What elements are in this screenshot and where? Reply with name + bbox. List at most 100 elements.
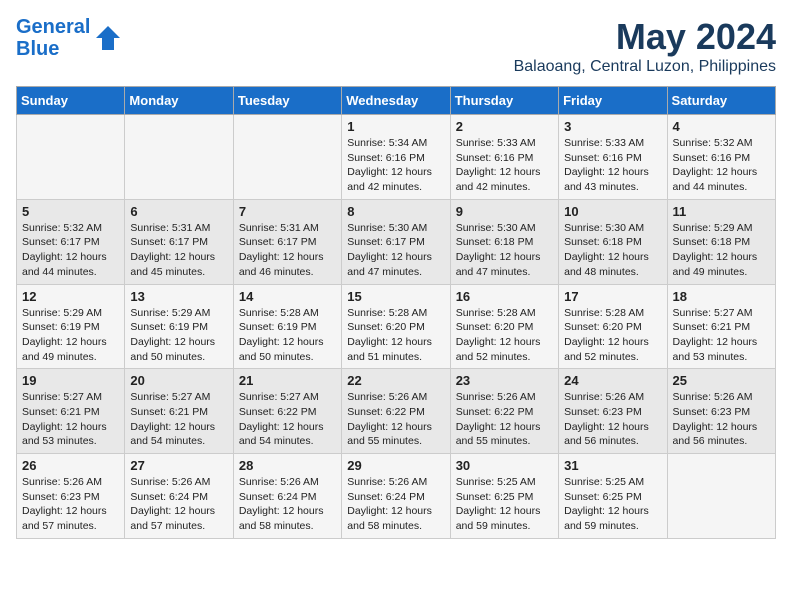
day-info: Sunrise: 5:32 AMSunset: 6:17 PMDaylight:… (22, 221, 119, 280)
calendar-cell (233, 115, 341, 200)
calendar-cell (667, 454, 775, 539)
calendar-cell: 10Sunrise: 5:30 AMSunset: 6:18 PMDayligh… (559, 199, 667, 284)
day-number: 30 (456, 458, 553, 473)
day-number: 22 (347, 373, 444, 388)
day-info: Sunrise: 5:26 AMSunset: 6:22 PMDaylight:… (456, 390, 553, 449)
day-number: 6 (130, 204, 227, 219)
day-info: Sunrise: 5:26 AMSunset: 6:24 PMDaylight:… (239, 475, 336, 534)
day-number: 27 (130, 458, 227, 473)
day-info: Sunrise: 5:33 AMSunset: 6:16 PMDaylight:… (564, 136, 661, 195)
calendar-cell: 26 Sunrise: 5:26 AMSunset: 6:23 PMDayligh… (17, 454, 125, 539)
day-info: Sunrise: 5:32 AMSunset: 6:16 PMDaylight:… (673, 136, 770, 195)
week-row-1: 1 Sunrise: 5:34 AMSunset: 6:16 PMDaylight… (17, 115, 776, 200)
day-header-thursday: Thursday (450, 87, 558, 115)
day-info: Sunrise: 5:25 AMSunset: 6:25 PMDaylight:… (456, 475, 553, 534)
day-number: 17 (564, 289, 661, 304)
day-info: Sunrise: 5:26 AMSunset: 6:22 PMDaylight:… (347, 390, 444, 449)
day-info: Sunrise: 5:27 AMSunset: 6:21 PMDaylight:… (673, 306, 770, 365)
calendar-cell: 14 Sunrise: 5:28 AMSunset: 6:19 PMDayligh… (233, 284, 341, 369)
calendar-cell: 9 Sunrise: 5:30 AMSunset: 6:18 PMDaylight… (450, 199, 558, 284)
day-info: Sunrise: 5:26 AMSunset: 6:23 PMDaylight:… (673, 390, 770, 449)
calendar-cell: 20 Sunrise: 5:27 AMSunset: 6:21 PMDayligh… (125, 369, 233, 454)
day-number: 5 (22, 204, 119, 219)
calendar-cell: 30 Sunrise: 5:25 AMSunset: 6:25 PMDayligh… (450, 454, 558, 539)
calendar-cell (125, 115, 233, 200)
day-number: 25 (673, 373, 770, 388)
day-info: Sunrise: 5:30 AMSunset: 6:17 PMDaylight:… (347, 221, 444, 280)
calendar-cell: 11Sunrise: 5:29 AMSunset: 6:18 PMDayligh… (667, 199, 775, 284)
calendar-table: SundayMondayTuesdayWednesdayThursdayFrid… (16, 86, 776, 539)
calendar-cell: 1 Sunrise: 5:34 AMSunset: 6:16 PMDaylight… (342, 115, 450, 200)
day-info: Sunrise: 5:28 AMSunset: 6:19 PMDaylight:… (239, 306, 336, 365)
week-row-3: 12Sunrise: 5:29 AMSunset: 6:19 PMDayligh… (17, 284, 776, 369)
week-row-4: 19 Sunrise: 5:27 AMSunset: 6:21 PMDayligh… (17, 369, 776, 454)
day-number: 19 (22, 373, 119, 388)
calendar-cell: 2Sunrise: 5:33 AMSunset: 6:16 PMDaylight… (450, 115, 558, 200)
day-info: Sunrise: 5:29 AMSunset: 6:19 PMDaylight:… (130, 306, 227, 365)
calendar-cell: 15 Sunrise: 5:28 AMSunset: 6:20 PMDayligh… (342, 284, 450, 369)
day-info: Sunrise: 5:27 AMSunset: 6:21 PMDaylight:… (130, 390, 227, 449)
calendar-cell: 8 Sunrise: 5:30 AMSunset: 6:17 PMDaylight… (342, 199, 450, 284)
day-info: Sunrise: 5:26 AMSunset: 6:23 PMDaylight:… (22, 475, 119, 534)
day-info: Sunrise: 5:26 AMSunset: 6:24 PMDaylight:… (130, 475, 227, 534)
day-info: Sunrise: 5:31 AMSunset: 6:17 PMDaylight:… (239, 221, 336, 280)
day-number: 23 (456, 373, 553, 388)
day-header-wednesday: Wednesday (342, 87, 450, 115)
calendar-cell: 13Sunrise: 5:29 AMSunset: 6:19 PMDayligh… (125, 284, 233, 369)
logo-text: GeneralBlue (16, 16, 90, 60)
calendar-cell: 31 Sunrise: 5:25 AMSunset: 6:25 PMDayligh… (559, 454, 667, 539)
day-info: Sunrise: 5:30 AMSunset: 6:18 PMDaylight:… (456, 221, 553, 280)
day-info: Sunrise: 5:33 AMSunset: 6:16 PMDaylight:… (456, 136, 553, 195)
calendar-header-row: SundayMondayTuesdayWednesdayThursdayFrid… (17, 87, 776, 115)
day-info: Sunrise: 5:28 AMSunset: 6:20 PMDaylight:… (347, 306, 444, 365)
day-number: 29 (347, 458, 444, 473)
day-number: 8 (347, 204, 444, 219)
day-number: 9 (456, 204, 553, 219)
logo: GeneralBlue (16, 16, 122, 60)
calendar-cell: 16 Sunrise: 5:28 AMSunset: 6:20 PMDayligh… (450, 284, 558, 369)
calendar-cell: 5 Sunrise: 5:32 AMSunset: 6:17 PMDaylight… (17, 199, 125, 284)
day-number: 15 (347, 289, 444, 304)
day-info: Sunrise: 5:27 AMSunset: 6:21 PMDaylight:… (22, 390, 119, 449)
calendar-cell: 12Sunrise: 5:29 AMSunset: 6:19 PMDayligh… (17, 284, 125, 369)
location-title: Balaoang, Central Luzon, Philippines (514, 58, 776, 76)
day-info: Sunrise: 5:25 AMSunset: 6:25 PMDaylight:… (564, 475, 661, 534)
logo-icon (94, 24, 122, 52)
day-number: 31 (564, 458, 661, 473)
calendar-cell: 19 Sunrise: 5:27 AMSunset: 6:21 PMDayligh… (17, 369, 125, 454)
day-info: Sunrise: 5:26 AMSunset: 6:24 PMDaylight:… (347, 475, 444, 534)
day-number: 21 (239, 373, 336, 388)
week-row-2: 5 Sunrise: 5:32 AMSunset: 6:17 PMDaylight… (17, 199, 776, 284)
calendar-cell: 25 Sunrise: 5:26 AMSunset: 6:23 PMDayligh… (667, 369, 775, 454)
day-info: Sunrise: 5:29 AMSunset: 6:18 PMDaylight:… (673, 221, 770, 280)
day-info: Sunrise: 5:26 AMSunset: 6:23 PMDaylight:… (564, 390, 661, 449)
calendar-body: 1 Sunrise: 5:34 AMSunset: 6:16 PMDaylight… (17, 115, 776, 539)
day-info: Sunrise: 5:28 AMSunset: 6:20 PMDaylight:… (456, 306, 553, 365)
calendar-cell: 6 Sunrise: 5:31 AMSunset: 6:17 PMDaylight… (125, 199, 233, 284)
day-info: Sunrise: 5:29 AMSunset: 6:19 PMDaylight:… (22, 306, 119, 365)
day-number: 18 (673, 289, 770, 304)
day-info: Sunrise: 5:34 AMSunset: 6:16 PMDaylight:… (347, 136, 444, 195)
day-info: Sunrise: 5:31 AMSunset: 6:17 PMDaylight:… (130, 221, 227, 280)
day-header-tuesday: Tuesday (233, 87, 341, 115)
day-number: 4 (673, 119, 770, 134)
calendar-cell (17, 115, 125, 200)
day-number: 20 (130, 373, 227, 388)
day-number: 1 (347, 119, 444, 134)
day-number: 26 (22, 458, 119, 473)
day-header-friday: Friday (559, 87, 667, 115)
calendar-cell: 7 Sunrise: 5:31 AMSunset: 6:17 PMDaylight… (233, 199, 341, 284)
day-number: 14 (239, 289, 336, 304)
day-header-sunday: Sunday (17, 87, 125, 115)
calendar-cell: 27 Sunrise: 5:26 AMSunset: 6:24 PMDayligh… (125, 454, 233, 539)
day-number: 10 (564, 204, 661, 219)
calendar-cell: 21 Sunrise: 5:27 AMSunset: 6:22 PMDayligh… (233, 369, 341, 454)
day-info: Sunrise: 5:28 AMSunset: 6:20 PMDaylight:… (564, 306, 661, 365)
day-number: 16 (456, 289, 553, 304)
calendar-cell: 22 Sunrise: 5:26 AMSunset: 6:22 PMDayligh… (342, 369, 450, 454)
day-info: Sunrise: 5:27 AMSunset: 6:22 PMDaylight:… (239, 390, 336, 449)
title-block: May 2024 Balaoang, Central Luzon, Philip… (514, 16, 776, 76)
day-number: 7 (239, 204, 336, 219)
day-header-saturday: Saturday (667, 87, 775, 115)
calendar-cell: 28Sunrise: 5:26 AMSunset: 6:24 PMDayligh… (233, 454, 341, 539)
